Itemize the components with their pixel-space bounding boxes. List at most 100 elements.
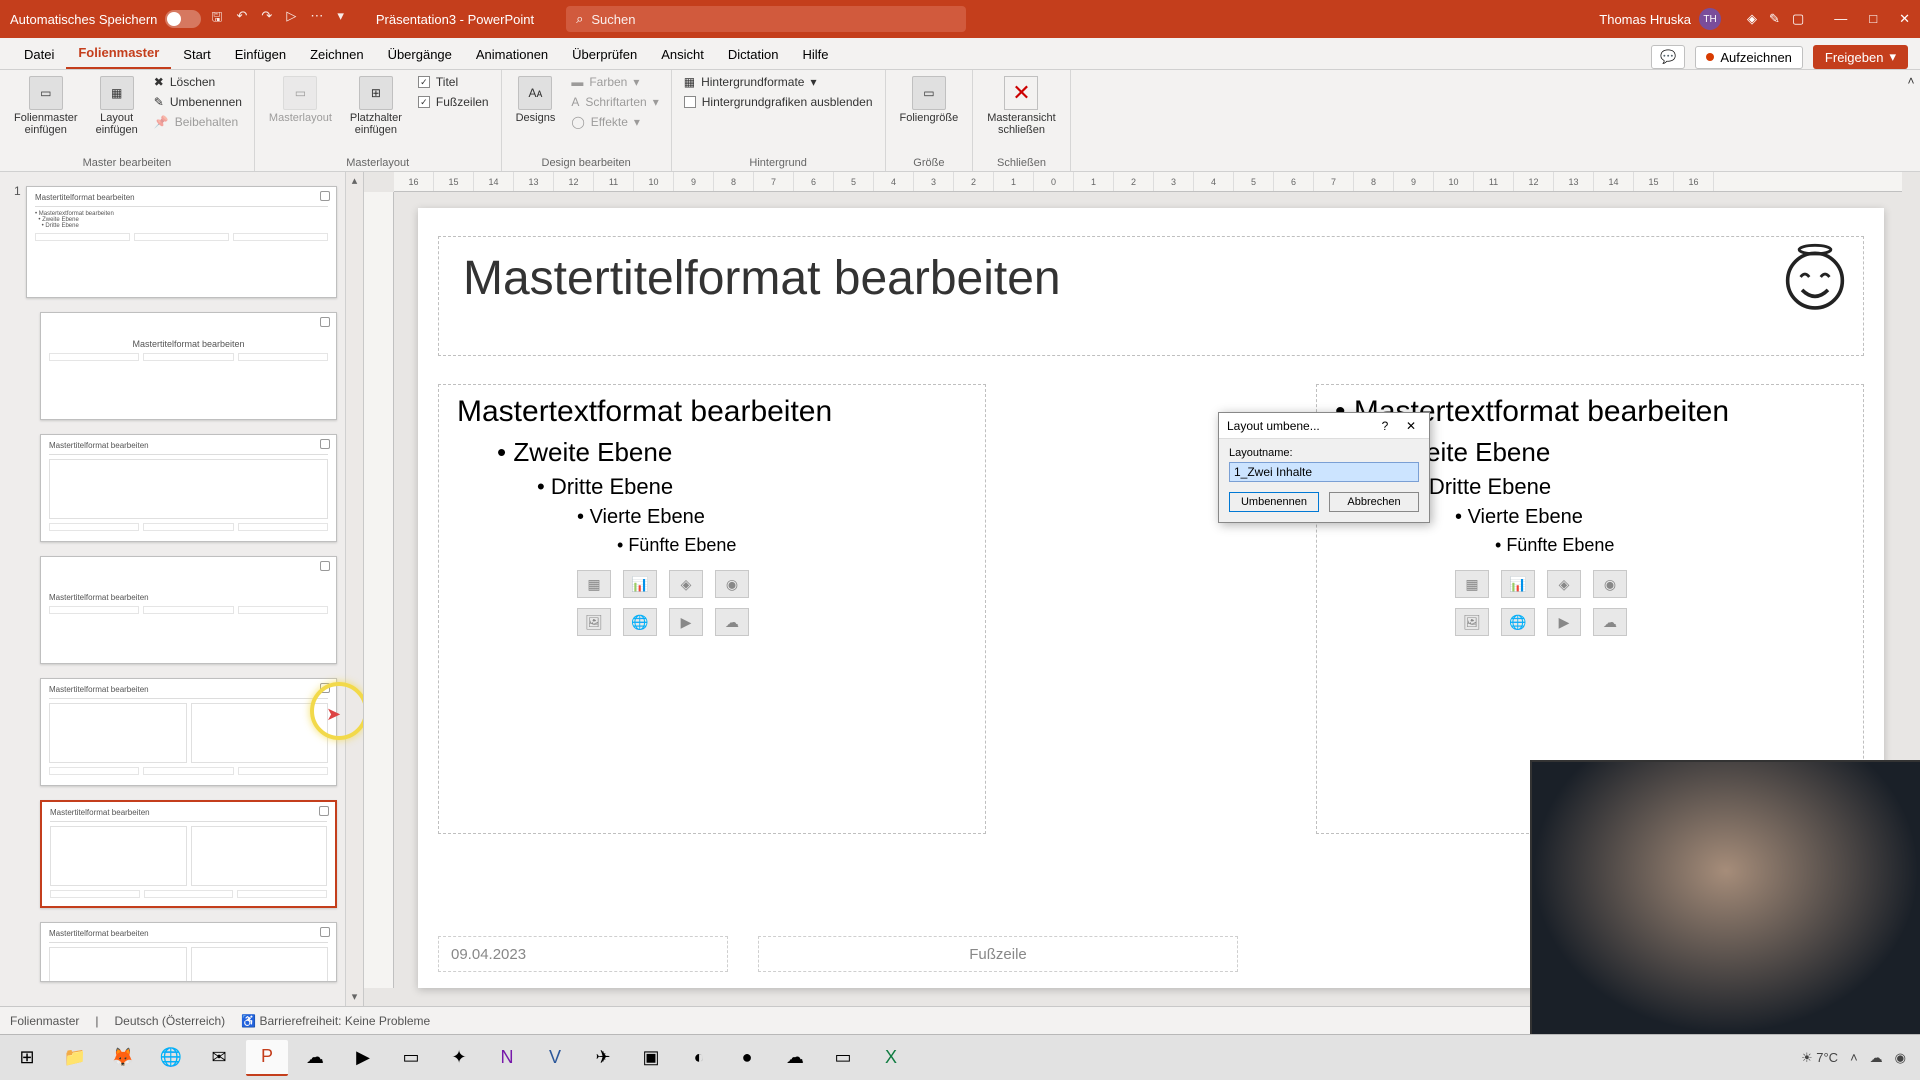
vlc-icon[interactable]: ▶ (342, 1040, 384, 1076)
insert-online-picture-icon[interactable]: 🌐 (623, 608, 657, 636)
thumb-layout-6[interactable]: Mastertitelformat bearbeiten (40, 922, 337, 982)
close-master-view-button[interactable]: ✕ Masteransicht schließen (983, 74, 1059, 138)
app3-icon[interactable]: ✦ (438, 1040, 480, 1076)
insert-picture-icon[interactable]: 🖼 (577, 608, 611, 636)
app2-icon[interactable]: ▭ (390, 1040, 432, 1076)
insert-smartart-icon[interactable]: ◈ (669, 570, 703, 598)
app8-icon[interactable]: ▭ (822, 1040, 864, 1076)
insert-picture-icon[interactable]: 🖼 (1455, 608, 1489, 636)
tray-app-icon[interactable]: ◉ (1895, 1050, 1906, 1066)
start-from-beginning-icon[interactable]: ▷ (286, 8, 296, 30)
thumb-layout-1[interactable]: Mastertitelformat bearbeiten (40, 312, 337, 420)
app4-icon[interactable]: ▣ (630, 1040, 672, 1076)
dialog-close-icon[interactable]: ✕ (1401, 419, 1421, 433)
hide-background-checkbox[interactable]: Hintergrundgrafiken ausblenden (682, 94, 875, 110)
rename-confirm-button[interactable]: Umbenennen (1229, 492, 1319, 512)
collapse-ribbon-icon[interactable]: ˄ (1902, 70, 1920, 171)
rename-button[interactable]: ✎Umbenennen (152, 94, 244, 110)
slide-size-button[interactable]: ▭ Foliengröße (896, 74, 963, 126)
minimize-icon[interactable]: — (1834, 11, 1847, 27)
powerpoint-icon[interactable]: P (246, 1040, 288, 1076)
diamond-icon[interactable]: ◈ (1747, 11, 1757, 27)
insert-table-icon[interactable]: ▦ (1455, 570, 1489, 598)
insert-video-icon[interactable]: ▶ (669, 608, 703, 636)
telegram-icon[interactable]: ✈ (582, 1040, 624, 1076)
horizontal-ruler[interactable]: 1615141312111098765432101234567891011121… (394, 172, 1902, 192)
onenote-icon[interactable]: N (486, 1040, 528, 1076)
accessibility-status[interactable]: ♿ Barrierefreiheit: Keine Probleme (241, 1014, 430, 1028)
app6-icon[interactable]: ● (726, 1040, 768, 1076)
dialog-help-icon[interactable]: ? (1375, 419, 1395, 433)
tab-folienmaster[interactable]: Folienmaster (66, 39, 171, 69)
outlook-icon[interactable]: ✉ (198, 1040, 240, 1076)
title-checkbox[interactable]: ✓Titel (416, 74, 491, 90)
comments-button[interactable]: 💬 (1651, 45, 1685, 69)
thumb-layout-5-selected[interactable]: Mastertitelformat bearbeiten (40, 800, 337, 908)
insert-3d-icon[interactable]: ◉ (1593, 570, 1627, 598)
insert-layout-button[interactable]: ▦ Layout einfügen (92, 74, 142, 138)
thumb-layout-2[interactable]: Mastertitelformat bearbeiten (40, 434, 337, 542)
insert-online-picture-icon[interactable]: 🌐 (1501, 608, 1535, 636)
maximize-icon[interactable]: □ (1869, 11, 1877, 27)
tab-uebergaenge[interactable]: Übergänge (376, 41, 464, 69)
qat-dropdown-icon[interactable]: ▾ (337, 8, 344, 30)
tab-einfuegen[interactable]: Einfügen (223, 41, 298, 69)
scroll-up-icon[interactable]: ▴ (346, 172, 363, 190)
content-placeholder-left[interactable]: Mastertextformat bearbeiten • Zweite Ebe… (438, 384, 986, 834)
vertical-ruler[interactable] (364, 192, 394, 988)
insert-smartart-icon[interactable]: ◈ (1547, 570, 1581, 598)
file-explorer-icon[interactable]: 📁 (54, 1040, 96, 1076)
thumb-master[interactable]: Mastertitelformat bearbeiten • Mastertex… (26, 186, 337, 298)
tab-ueberpruefen[interactable]: Überprüfen (560, 41, 649, 69)
close-icon[interactable]: ✕ (1899, 11, 1910, 27)
dialog-titlebar[interactable]: Layout umbene... ? ✕ (1219, 413, 1429, 439)
chrome-icon[interactable]: 🌐 (150, 1040, 192, 1076)
themes-button[interactable]: Aᴀ Designs (512, 74, 560, 126)
footers-checkbox[interactable]: ✓Fußzeilen (416, 94, 491, 110)
insert-chart-icon[interactable]: 📊 (1501, 570, 1535, 598)
tab-datei[interactable]: Datei (12, 41, 66, 69)
delete-button[interactable]: ✖Löschen (152, 74, 244, 90)
tab-zeichnen[interactable]: Zeichnen (298, 41, 375, 69)
insert-video-icon[interactable]: ▶ (1547, 608, 1581, 636)
share-button[interactable]: Freigeben▾ (1813, 45, 1908, 69)
date-placeholder[interactable]: 09.04.2023 (438, 936, 728, 972)
app-icon[interactable]: ☁ (294, 1040, 336, 1076)
tray-chevron-icon[interactable]: ˄ (1850, 1050, 1858, 1065)
tab-hilfe[interactable]: Hilfe (790, 41, 840, 69)
app5-icon[interactable]: ◐ (678, 1040, 720, 1076)
insert-3d-icon[interactable]: ◉ (715, 570, 749, 598)
firefox-icon[interactable]: 🦊 (102, 1040, 144, 1076)
insert-table-icon[interactable]: ▦ (577, 570, 611, 598)
search-input[interactable] (591, 12, 956, 27)
user-account[interactable]: Thomas Hruska TH (1599, 8, 1721, 30)
insert-slide-master-button[interactable]: ▭ Folienmaster einfügen (10, 74, 82, 138)
title-placeholder[interactable]: Mastertitelformat bearbeiten (438, 236, 1864, 356)
more-icon[interactable]: ⋯ (310, 8, 323, 30)
tab-start[interactable]: Start (171, 41, 222, 69)
tab-dictation[interactable]: Dictation (716, 41, 791, 69)
start-menu-icon[interactable]: ⊞ (6, 1040, 48, 1076)
insert-placeholder-button[interactable]: ⊞ Platzhalter einfügen (346, 74, 406, 138)
visio-icon[interactable]: V (534, 1040, 576, 1076)
insert-chart-icon[interactable]: 📊 (623, 570, 657, 598)
rename-cancel-button[interactable]: Abbrechen (1329, 492, 1419, 512)
undo-icon[interactable]: ↶ (237, 8, 248, 30)
autosave-toggle[interactable]: Automatisches Speichern (10, 10, 201, 28)
save-icon[interactable]: 🖫 (211, 8, 222, 30)
layoutname-input[interactable] (1229, 462, 1419, 482)
thumbnail-scrollbar[interactable]: ▴ ▾ (345, 172, 363, 1006)
window-icon[interactable]: ▢ (1792, 11, 1804, 27)
status-language[interactable]: Deutsch (Österreich) (114, 1014, 225, 1028)
weather-widget[interactable]: ☀ 7°C (1801, 1050, 1838, 1066)
toggle-switch-icon[interactable] (165, 10, 201, 28)
background-styles-dropdown[interactable]: ▦Hintergrundformate▾ (682, 74, 875, 90)
insert-icon-icon[interactable]: ☁ (715, 608, 749, 636)
tab-animationen[interactable]: Animationen (464, 41, 560, 69)
app7-icon[interactable]: ☁ (774, 1040, 816, 1076)
thumbnail-pane[interactable]: 1 Mastertitelformat bearbeiten • Mastert… (0, 172, 364, 1006)
pen-icon[interactable]: ✎ (1769, 11, 1780, 27)
thumb-layout-3[interactable]: Mastertitelformat bearbeiten (40, 556, 337, 664)
search-box[interactable]: ⌕ (566, 6, 966, 32)
tab-ansicht[interactable]: Ansicht (649, 41, 716, 69)
